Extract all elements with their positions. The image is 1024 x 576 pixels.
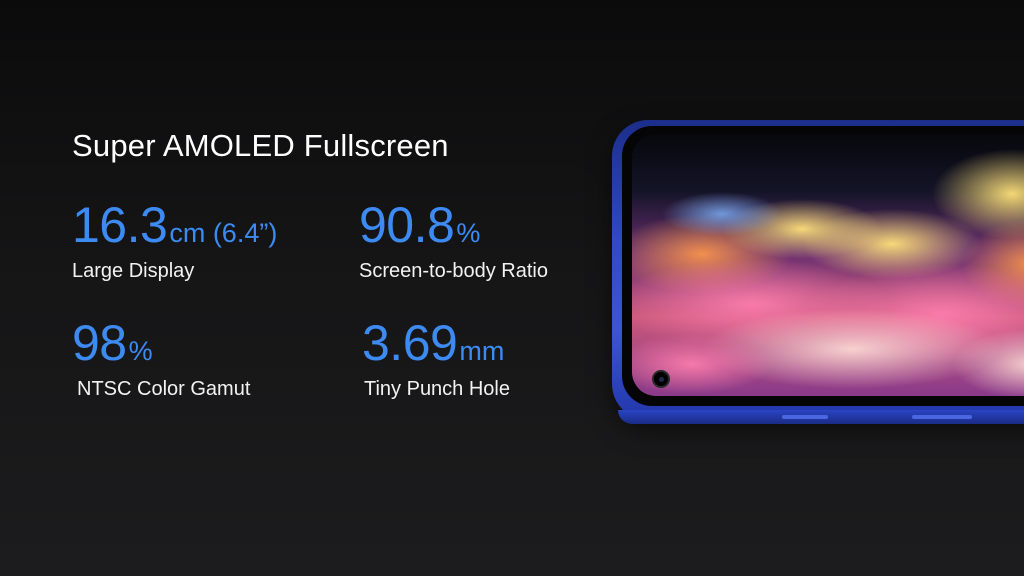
stat-value-row: 90.8% (359, 200, 548, 250)
stat-value-row: 3.69mm (362, 318, 510, 368)
stat-punch-hole: 3.69mm Tiny Punch Hole (362, 318, 510, 401)
stat-unit: % (128, 336, 153, 366)
side-button (782, 415, 828, 419)
stat-unit: % (456, 218, 481, 248)
stat-unit: cm (6.4”) (169, 218, 278, 248)
stat-label: Screen-to-body Ratio (359, 260, 548, 282)
stat-label: Tiny Punch Hole (364, 378, 510, 400)
stat-value: 16.3 (72, 197, 168, 253)
stat-value: 3.69 (362, 315, 458, 371)
side-button (912, 415, 972, 419)
stat-label: NTSC Color Gamut (77, 378, 251, 400)
stat-value: 90.8 (359, 197, 455, 253)
slide: Super AMOLED Fullscreen 16.3cm (6.4”) La… (0, 0, 1024, 576)
phone-screen (632, 134, 1024, 396)
stat-color-gamut: 98% NTSC Color Gamut (72, 318, 250, 401)
stat-display-size: 16.3cm (6.4”) Large Display (72, 200, 277, 283)
slide-title: Super AMOLED Fullscreen (72, 128, 449, 163)
stat-value-row: 98% (72, 318, 250, 368)
stat-screen-to-body: 90.8% Screen-to-body Ratio (359, 200, 548, 283)
phone-image (612, 120, 1024, 430)
stat-unit: mm (459, 336, 505, 366)
stat-value: 98 (72, 315, 127, 371)
stat-value-row: 16.3cm (6.4”) (72, 200, 277, 250)
stat-label: Large Display (72, 260, 195, 282)
cloud-wallpaper (632, 134, 1024, 396)
punch-hole-camera (652, 370, 670, 388)
